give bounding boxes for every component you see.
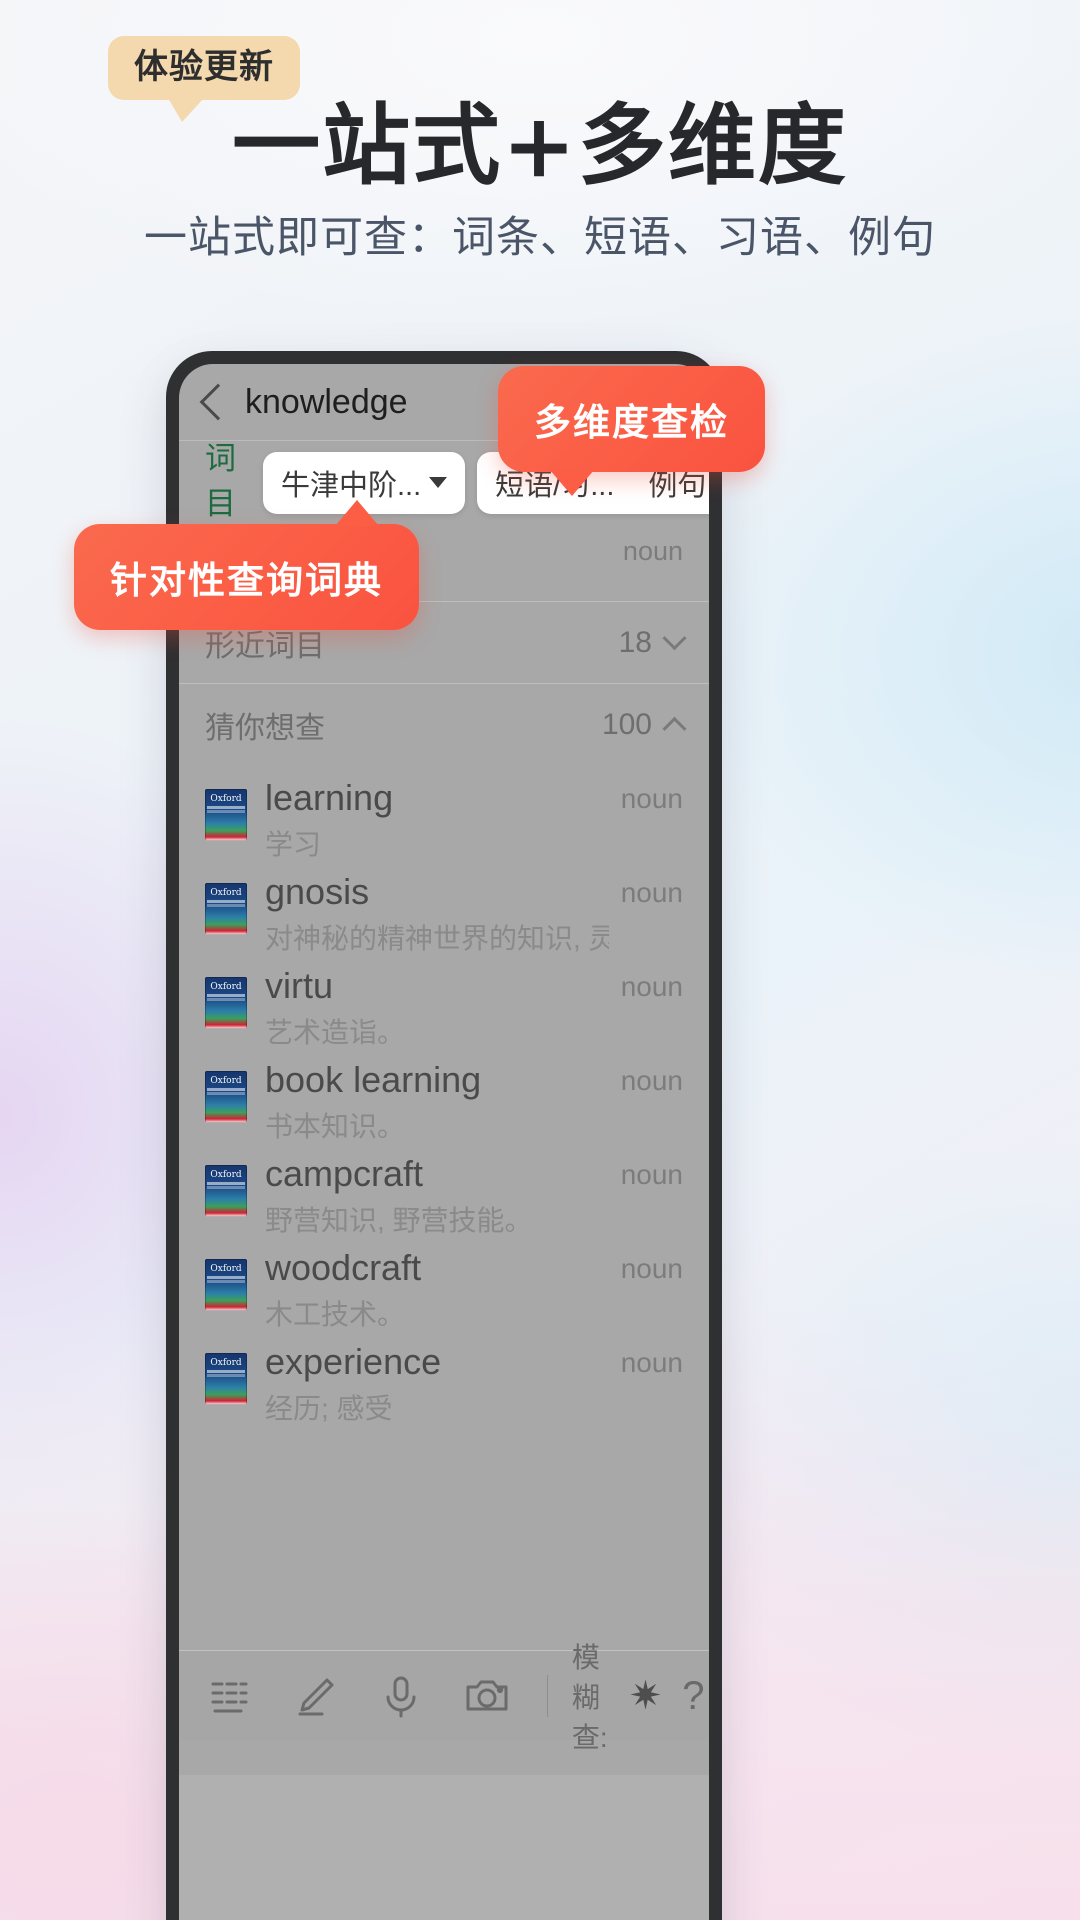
section-right: 100 — [601, 707, 687, 742]
entry-body: book learning 书本知识。 — [265, 1061, 609, 1145]
entry-pos: noun — [620, 1159, 683, 1190]
asterisk-icon[interactable]: ✷ — [629, 1676, 663, 1716]
entry-definition: 对神秘的精神世界的知识, 灵知, 真知。 — [265, 922, 609, 954]
oxford-dictionary-icon — [205, 1165, 247, 1217]
callout-tail — [335, 500, 379, 526]
section-count: 18 — [618, 625, 652, 659]
entry-pos: noun — [620, 1253, 683, 1284]
entry-word: woodcraft — [265, 1247, 422, 1288]
page-subtitle: 一站式即可查：词条、短语、习语、例句 — [144, 214, 936, 262]
camera-icon[interactable] — [461, 1670, 513, 1722]
dictionary-select-label: 牛津中阶... — [281, 469, 422, 502]
list-item[interactable]: book learning 书本知识。 noun — [179, 1047, 709, 1142]
search-query-text[interactable]: knowledge — [245, 383, 408, 422]
chevron-up-icon[interactable] — [662, 716, 687, 741]
entry-body: woodcraft 木工技术。 — [265, 1249, 609, 1333]
entry-pos: noun — [620, 1347, 683, 1378]
fuzzy-search-label: 模糊查: — [571, 1641, 608, 1753]
promo-badge: 体验更新 — [108, 36, 300, 122]
oxford-dictionary-icon — [205, 883, 247, 935]
oxford-dictionary-icon — [205, 977, 247, 1029]
entry-word: virtu — [265, 965, 334, 1006]
callout-targeted-dictionary: 针对性查询词典 — [74, 500, 419, 630]
entry-word: gnosis — [265, 871, 370, 912]
fuzzy-search-group: 模糊查: ✷ ? — [547, 1636, 705, 1756]
entry-body: experience 经历; 感受 — [265, 1343, 609, 1427]
entry-body: campcraft 野营知识, 野营技能。 — [265, 1155, 609, 1239]
toolbar-divider — [547, 1674, 548, 1717]
entry-word: learning — [265, 777, 394, 818]
list-item[interactable]: learning 学习 noun — [179, 765, 709, 860]
entry-definition: 经历; 感受 — [265, 1392, 393, 1424]
list-item[interactable]: gnosis 对神秘的精神世界的知识, 灵知, 真知。 noun — [179, 859, 709, 954]
chevron-down-icon — [429, 477, 448, 488]
entry-word: campcraft — [265, 1153, 424, 1194]
keyboard-icon[interactable] — [203, 1670, 255, 1722]
question-mark-icon[interactable]: ? — [682, 1676, 704, 1716]
entry-pos: noun — [620, 1065, 683, 1096]
page-title: 一站式+多维度 — [232, 93, 848, 197]
oxford-dictionary-icon — [205, 1071, 247, 1123]
microphone-icon[interactable] — [375, 1670, 427, 1722]
entry-pos: noun — [620, 877, 683, 908]
promo-badge-label: 体验更新 — [108, 36, 300, 100]
callout-multi-dimension: 多维度查检 — [498, 366, 765, 496]
list-item[interactable]: woodcraft 木工技术。 noun — [179, 1235, 709, 1330]
section-right: 18 — [618, 625, 687, 660]
entry-word: book learning — [265, 1059, 482, 1100]
callout-dict-label: 针对性查询词典 — [110, 560, 383, 601]
list-item[interactable]: campcraft 野营知识, 野营技能。 noun — [179, 1141, 709, 1236]
entry-body: learning 学习 — [265, 779, 609, 863]
tab-entry[interactable]: 词目 — [199, 433, 251, 533]
input-toolbar: 模糊查: ✷ ? — [179, 1642, 709, 1753]
entry-definition: 木工技术。 — [265, 1298, 406, 1330]
section-row[interactable]: 猜你想查 100 — [179, 683, 709, 765]
chevron-down-icon[interactable] — [662, 626, 687, 651]
entry-pos: noun — [620, 971, 683, 1002]
entry-pos: noun — [620, 783, 683, 814]
entry-definition: 艺术造诣。 — [265, 1016, 406, 1048]
oxford-dictionary-icon — [205, 1259, 247, 1311]
handwriting-pen-icon[interactable] — [289, 1670, 341, 1722]
tab-entry-label: 词目 — [205, 440, 236, 521]
oxford-dictionary-icon — [205, 789, 247, 841]
list-item[interactable]: virtu 艺术造诣。 noun — [179, 953, 709, 1048]
entry-definition: 野营知识, 野营技能。 — [265, 1204, 533, 1236]
callout-multi-label: 多维度查检 — [534, 402, 729, 443]
entry-definition: 书本知识。 — [265, 1110, 406, 1142]
list-item[interactable]: experience 经历; 感受 noun — [179, 1329, 709, 1424]
section-title: 猜你想查 — [205, 711, 325, 745]
entry-word: experience — [265, 1341, 442, 1382]
back-chevron-icon[interactable] — [199, 383, 237, 421]
section-count: 100 — [601, 707, 652, 741]
entry-body: virtu 艺术造诣。 — [265, 967, 609, 1051]
entry-definition: 学习 — [265, 828, 322, 860]
oxford-dictionary-icon — [205, 1353, 247, 1405]
callout-tail — [550, 470, 594, 496]
keyboard-placeholder-area — [179, 1775, 709, 1920]
entry-body: gnosis 对神秘的精神世界的知识, 灵知, 真知。 — [265, 873, 609, 957]
